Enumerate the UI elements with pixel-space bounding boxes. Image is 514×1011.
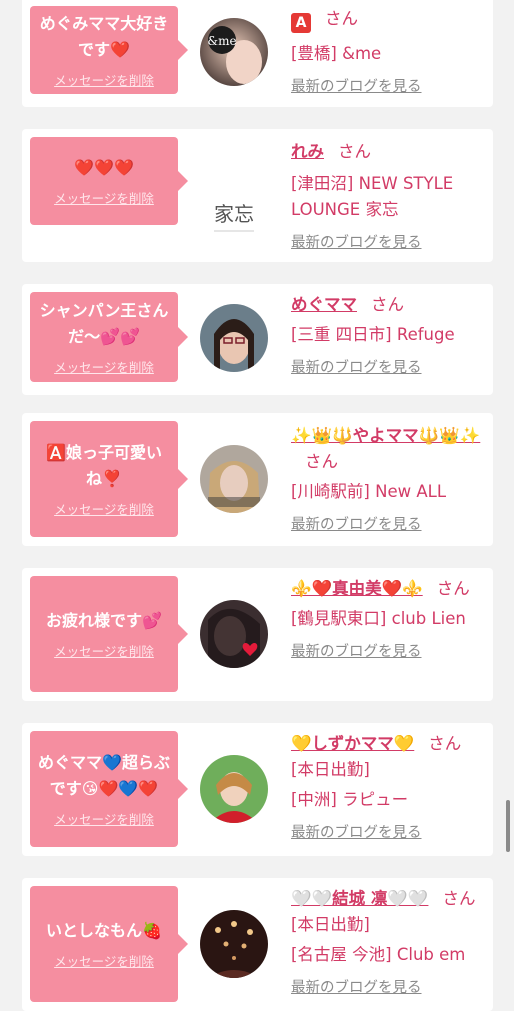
svg-text:&me: &me [207,34,236,48]
work-status: [本日出勤] [291,915,370,934]
favorite-card: シャンパン王さんだ〜💕💕 メッセージを削除 めぐママ さん [三重 四日市] Re… [22,284,493,395]
favorite-card: めぐみママ大好きです❤️ メッセージを削除 &me A さん [豊橋] &me 最… [22,0,493,107]
latest-blog-link[interactable]: 最新のブログを見る [291,978,491,998]
user-name-link[interactable]: れみ [291,142,324,161]
svg-text:家忘: 家忘 [214,202,254,226]
a-blood-type-icon: A [291,13,311,33]
shop-name: [豊橋] &me [291,44,382,63]
avatar[interactable]: 家忘 [200,181,268,249]
message-text: ❤️❤️❤️ [74,158,134,177]
delete-message-link[interactable]: メッセージを削除 [54,73,154,89]
scrollbar[interactable] [506,800,510,852]
latest-blog-link[interactable]: 最新のブログを見る [291,77,491,97]
avatar[interactable] [200,755,268,823]
user-name-link[interactable]: ⚜️❤️真由美❤️⚜️ [291,579,423,598]
latest-blog-link[interactable]: 最新のブログを見る [291,233,491,253]
message-bubble: ❤️❤️❤️ メッセージを削除 [30,137,188,225]
avatar[interactable] [200,600,268,668]
shop-name: [川崎駅前] New ALL [291,482,447,501]
latest-blog-link[interactable]: 最新のブログを見る [291,515,491,535]
shop-name: [名古屋 今池] Club em [291,945,466,964]
delete-message-link[interactable]: メッセージを削除 [54,191,154,207]
latest-blog-link[interactable]: 最新のブログを見る [291,823,491,843]
shop-name: [中洲] ラピュー [291,790,409,809]
delete-message-link[interactable]: メッセージを削除 [54,644,154,660]
user-name-link[interactable]: めぐママ [291,295,357,314]
avatar[interactable] [200,910,268,978]
message-bubble: シャンパン王さんだ〜💕💕 メッセージを削除 [30,292,188,382]
message-text: お疲れ様です💕 [46,611,162,630]
avatar[interactable]: &me [200,18,268,86]
message-bubble: お疲れ様です💕 メッセージを削除 [30,576,188,692]
delete-message-link[interactable]: メッセージを削除 [54,812,154,828]
message-bubble: めぐみママ大好きです❤️ メッセージを削除 [30,6,188,94]
delete-message-link[interactable]: メッセージを削除 [54,954,154,970]
message-text: 🅰️娘っ子可愛いね❣️ [46,443,162,488]
latest-blog-link[interactable]: 最新のブログを見る [291,358,491,378]
favorite-card: 🅰️娘っ子可愛いね❣️ メッセージを削除 ✨👑🔱やよママ🔱👑✨さん [川崎駅前]… [22,413,493,546]
delete-message-link[interactable]: メッセージを削除 [54,502,154,518]
message-bubble: めぐママ💙超らぶです😘❤️💙❤️ メッセージを削除 [30,731,188,847]
favorite-card: ❤️❤️❤️ メッセージを削除 家忘 れみ さん [津田沼] NEW STYLE … [22,129,493,262]
message-text: シャンパン王さんだ〜💕💕 [39,301,169,346]
delete-message-link[interactable]: メッセージを削除 [54,360,154,376]
shop-name: [三重 四日市] Refuge [291,325,455,344]
user-name-link[interactable]: 🤍🤍結城 凛🤍🤍 [291,889,428,908]
user-name-link[interactable]: 💛しずかママ💛 [291,734,414,753]
message-text: いとしなもん🍓 [46,921,162,940]
latest-blog-link[interactable]: 最新のブログを見る [291,642,491,662]
favorite-card: めぐママ💙超らぶです😘❤️💙❤️ メッセージを削除 💛しずかママ💛 さん [本日出… [22,723,493,856]
user-name-link[interactable]: ✨👑🔱やよママ🔱👑✨ [291,426,480,445]
message-text: めぐみママ大好きです❤️ [39,14,169,59]
favorite-card: いとしなもん🍓 メッセージを削除 🤍🤍結城 凛🤍🤍 さん [本日出勤] [名古屋 … [22,878,493,1011]
shop-name: [津田沼] NEW STYLE LOUNGE 家忘 [291,174,454,219]
favorite-card: お疲れ様です💕 メッセージを削除 ⚜️❤️真由美❤️⚜️ さん [鶴見駅東口] c… [22,568,493,701]
work-status: [本日出勤] [291,760,370,779]
shop-name: [鶴見駅東口] club Lien [291,609,466,628]
avatar[interactable] [200,445,268,513]
message-bubble: いとしなもん🍓 メッセージを削除 [30,886,188,1002]
avatar[interactable] [200,304,268,372]
message-bubble: 🅰️娘っ子可愛いね❣️ メッセージを削除 [30,421,188,537]
message-text: めぐママ💙超らぶです😘❤️💙❤️ [38,753,170,798]
